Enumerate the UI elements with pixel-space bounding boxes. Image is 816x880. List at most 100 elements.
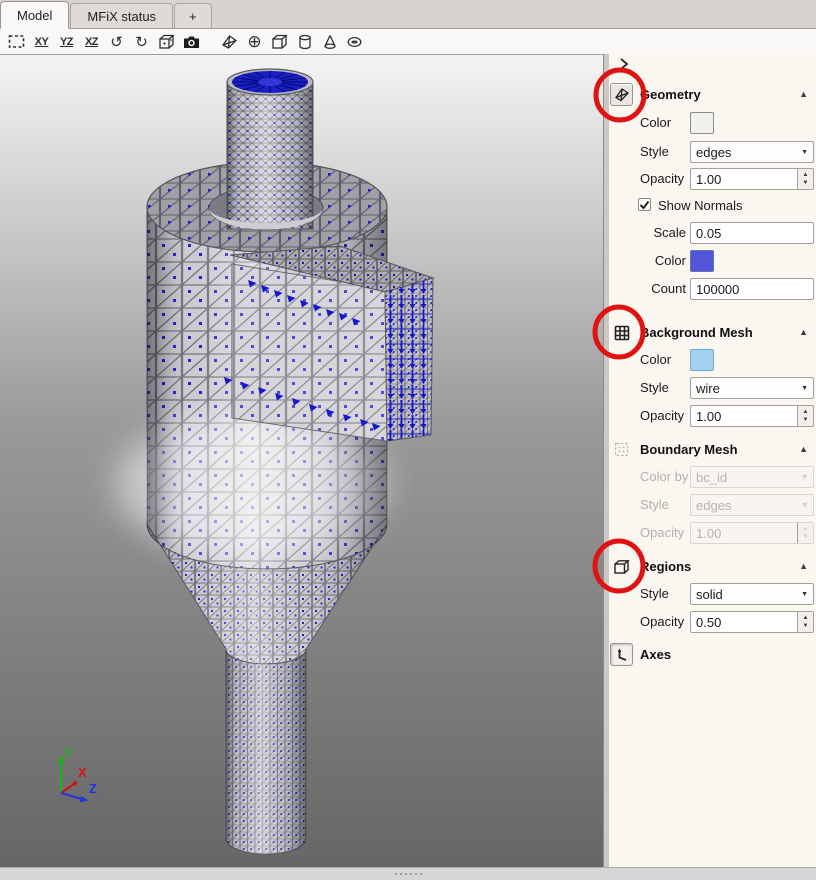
axes-toggle-button[interactable] <box>610 643 633 666</box>
bgmesh-color-label: Color <box>640 352 671 367</box>
regions-opacity-spinbox[interactable]: 0.50 ▲▼ <box>690 611 814 633</box>
rotate-cw-icon: ↻ <box>135 33 148 51</box>
geometry-color-label: Color <box>640 115 671 130</box>
boundary-opacity-label: Opacity <box>640 525 684 540</box>
add-sphere-button[interactable]: ⊕ <box>243 31 267 52</box>
axis-x-label: X <box>78 765 87 780</box>
geometry-toggle-button[interactable] <box>610 83 633 106</box>
add-box-button[interactable] <box>268 31 292 52</box>
regions-toggle-button[interactable] <box>610 555 633 578</box>
torus-icon <box>346 35 363 49</box>
geometry-title: Geometry <box>640 87 701 102</box>
bgmesh-opacity-spinbox[interactable]: 1.00 ▲▼ <box>690 405 814 427</box>
box-icon <box>271 34 288 50</box>
normals-count-input[interactable]: 100000 <box>690 278 814 300</box>
chevron-down-icon: ▼ <box>801 591 808 598</box>
axes-icon <box>614 647 629 662</box>
tab-mfix-status-label: MFiX status <box>87 9 156 24</box>
sphere-icon: ⊕ <box>247 32 261 52</box>
geometry-icon <box>614 87 630 102</box>
rotate-ccw-icon: ↺ <box>110 33 123 51</box>
perspective-cube-icon <box>158 34 175 50</box>
boundary-colorby-select: bc_id ▼ <box>690 466 814 488</box>
cyclone-mesh-scene: Y X Z <box>0 55 603 869</box>
regions-title: Regions <box>640 559 691 574</box>
tab-bar: Model MFiX status + <box>0 0 816 29</box>
background-mesh-toggle-button[interactable] <box>610 321 633 344</box>
splitter-grip <box>395 873 422 875</box>
mfix-window: Model MFiX status + XY YZ XZ ↺ ↻ <box>0 0 816 880</box>
tab-mfix-status[interactable]: MFiX status <box>70 3 173 28</box>
check-icon <box>639 199 650 210</box>
new-tab-label: + <box>189 9 197 24</box>
dipleg <box>226 649 306 854</box>
boundary-mesh-toggle-button[interactable] <box>610 438 633 461</box>
tab-model[interactable]: Model <box>0 1 69 29</box>
bgmesh-color-swatch[interactable] <box>690 349 714 371</box>
collapse-arrow-icon[interactable]: ▲ <box>799 327 808 337</box>
screenshot-button[interactable] <box>180 31 204 52</box>
spin-down-icon: ▼ <box>803 534 809 540</box>
boundary-opacity-spinbox: 1.00 ▲▼ <box>690 522 814 544</box>
spin-up-icon: ▲ <box>803 409 809 415</box>
rotate-left-button[interactable]: ↺ <box>105 31 129 52</box>
visualization-panel: Geometry ▲ Color Style edges ▼ Opacity 1… <box>609 54 816 868</box>
collapse-arrow-icon[interactable]: ▲ <box>799 561 808 571</box>
rotate-right-button[interactable]: ↻ <box>130 31 154 52</box>
collapse-arrow-icon[interactable]: ▲ <box>799 444 808 454</box>
spin-down-icon: ▼ <box>803 417 809 423</box>
normals-color-label: Color <box>609 253 686 268</box>
bgmesh-style-select[interactable]: wire ▼ <box>690 377 814 399</box>
add-cone-button[interactable] <box>318 31 342 52</box>
chevron-down-icon: ▼ <box>801 385 808 392</box>
regions-header[interactable]: Regions ▲ <box>610 555 814 579</box>
add-torus-button[interactable] <box>343 31 367 52</box>
tab-model-label: Model <box>17 8 52 23</box>
view-toolbar: XY YZ XZ ↺ ↻ ⊕ <box>0 29 816 54</box>
geometry-color-swatch[interactable] <box>690 112 714 134</box>
normals-scale-label: Scale <box>609 225 686 240</box>
normals-color-swatch[interactable] <box>690 250 714 272</box>
normals-scale-input[interactable]: 0.05 <box>690 222 814 244</box>
inlet-normals-cluster <box>385 278 433 441</box>
collapse-arrow-icon[interactable]: ▲ <box>799 89 808 99</box>
boundary-colorby-label: Color by <box>640 469 688 484</box>
add-geometry-button[interactable] <box>218 31 242 52</box>
geometry-opacity-spinbox[interactable]: 1.00 ▲▼ <box>690 168 814 190</box>
boundary-style-select: edges ▼ <box>690 494 814 516</box>
boundary-mesh-title: Boundary Mesh <box>640 442 738 457</box>
view-xy-button[interactable]: XY <box>30 31 54 52</box>
vortex-finder <box>227 69 313 229</box>
spin-up-icon: ▲ <box>803 172 809 178</box>
bottom-splitter[interactable] <box>0 867 816 880</box>
spin-up-icon: ▲ <box>803 615 809 621</box>
view-xz-button[interactable]: XZ <box>80 31 104 52</box>
geometry-icon <box>221 34 238 50</box>
perspective-button[interactable] <box>155 31 179 52</box>
collapse-panel-chevron-icon[interactable] <box>618 57 630 71</box>
fit-view-icon <box>8 34 25 49</box>
spin-down-icon: ▼ <box>803 623 809 629</box>
boundary-mesh-header[interactable]: Boundary Mesh ▲ <box>610 438 814 462</box>
chevron-down-icon: ▼ <box>801 502 808 509</box>
camera-icon <box>183 35 200 49</box>
show-normals-checkbox[interactable] <box>638 198 651 211</box>
background-mesh-title: Background Mesh <box>640 325 753 340</box>
regions-style-label: Style <box>640 586 669 601</box>
axis-z-label: Z <box>89 781 97 796</box>
reset-view-button[interactable] <box>5 31 29 52</box>
chevron-down-icon: ▼ <box>801 474 808 481</box>
tab-new[interactable]: + <box>174 3 212 28</box>
geometry-style-select[interactable]: edges ▼ <box>690 141 814 163</box>
regions-style-select[interactable]: solid ▼ <box>690 583 814 605</box>
geometry-header[interactable]: Geometry ▲ <box>610 83 814 107</box>
add-cylinder-button[interactable] <box>293 31 317 52</box>
geometry-opacity-label: Opacity <box>640 171 684 186</box>
axis-y-label: Y <box>64 746 72 760</box>
render-view[interactable]: Y X Z <box>0 54 603 869</box>
view-yz-button[interactable]: YZ <box>55 31 79 52</box>
background-mesh-header[interactable]: Background Mesh ▲ <box>610 321 814 345</box>
normals-count-label: Count <box>609 281 686 296</box>
axes-header[interactable]: Axes <box>610 643 814 667</box>
axes-title: Axes <box>640 647 671 662</box>
